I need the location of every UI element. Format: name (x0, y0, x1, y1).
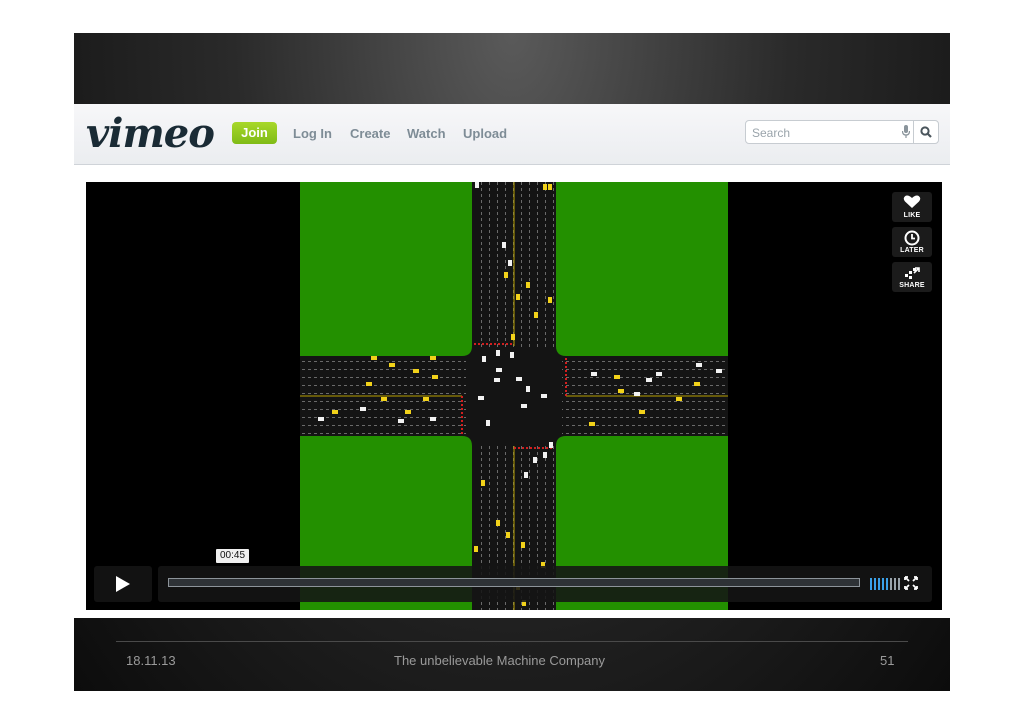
fullscreen-button[interactable] (904, 576, 918, 595)
footer-divider (116, 641, 908, 642)
search-icon (920, 126, 932, 138)
video-player[interactable]: LIKE LATER SHARE 00:45 (86, 182, 942, 610)
clock-icon (904, 230, 920, 246)
progress-track[interactable] (168, 578, 860, 587)
heart-icon (903, 195, 921, 208)
share-button[interactable]: SHARE (892, 262, 932, 292)
volume-icon (870, 578, 900, 590)
vimeo-header: vimeo Join Log In Create Watch Upload Se… (74, 104, 950, 165)
vimeo-screenshot: vimeo Join Log In Create Watch Upload Se… (74, 104, 950, 618)
fullscreen-icon (904, 576, 918, 590)
search-box[interactable]: Search (745, 120, 939, 144)
video-frame (300, 182, 728, 610)
search-button[interactable] (913, 121, 938, 143)
share-label: SHARE (899, 282, 925, 289)
footer-date: 18.11.13 (126, 653, 176, 668)
later-label: LATER (900, 247, 924, 254)
like-button[interactable]: LIKE (892, 192, 932, 222)
slide: vimeo Join Log In Create Watch Upload Se… (74, 33, 950, 691)
join-button[interactable]: Join (232, 122, 277, 144)
volume-control[interactable] (870, 577, 900, 595)
progress-bar[interactable]: 00:45 (158, 549, 932, 602)
like-label: LIKE (903, 212, 921, 219)
buffered-fill (169, 579, 859, 586)
nav-upload[interactable]: Upload (463, 126, 507, 141)
mic-icon[interactable] (901, 125, 911, 144)
nav-create[interactable]: Create (350, 126, 390, 141)
footer-company: The unbelievable Machine Company (394, 653, 606, 668)
play-icon (116, 576, 130, 592)
play-button[interactable] (94, 566, 152, 602)
vimeo-logo[interactable]: vimeo (86, 110, 215, 157)
footer-page-number: 51 (880, 653, 895, 668)
nav-log-in[interactable]: Log In (293, 126, 332, 141)
nav-watch[interactable]: Watch (407, 126, 446, 141)
player-controls: 00:45 (94, 549, 932, 602)
share-icon (905, 267, 920, 279)
time-tooltip: 00:45 (216, 549, 250, 563)
search-input[interactable]: Search (752, 126, 790, 140)
later-button[interactable]: LATER (892, 227, 932, 257)
